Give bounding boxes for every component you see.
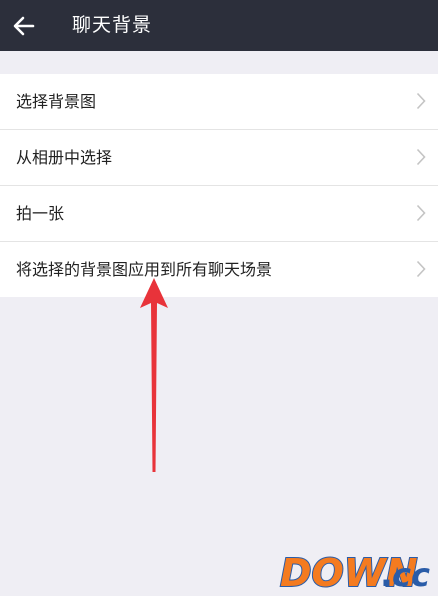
menu-item-choose-from-album[interactable]: 从相册中选择 xyxy=(0,130,438,186)
background-options-list: 选择背景图 从相册中选择 拍一张 将选择的背景图应用到所有聊天场景 xyxy=(0,74,438,297)
menu-item-label: 拍一张 xyxy=(16,204,65,223)
down-cc-watermark-logo: DOWN . cc xyxy=(279,550,430,594)
red-arrow-annotation-icon xyxy=(140,278,168,472)
watermark-text-suffix: cc xyxy=(392,556,430,594)
menu-item-apply-to-all-chats[interactable]: 将选择的背景图应用到所有聊天场景 xyxy=(0,242,438,297)
top-app-bar: 聊天背景 xyxy=(0,0,438,51)
chevron-right-icon xyxy=(416,148,426,166)
menu-item-choose-background[interactable]: 选择背景图 xyxy=(0,74,438,130)
page-title: 聊天背景 xyxy=(72,14,153,36)
menu-item-take-photo[interactable]: 拍一张 xyxy=(0,186,438,242)
chevron-right-icon xyxy=(416,260,426,278)
menu-item-label: 从相册中选择 xyxy=(16,148,113,167)
arrow-left-icon xyxy=(13,16,35,36)
chevron-right-icon xyxy=(416,92,426,110)
back-button[interactable] xyxy=(4,6,44,46)
menu-item-label: 选择背景图 xyxy=(16,92,97,111)
watermark-text-dot: . xyxy=(380,555,393,594)
chevron-right-icon xyxy=(416,204,426,222)
